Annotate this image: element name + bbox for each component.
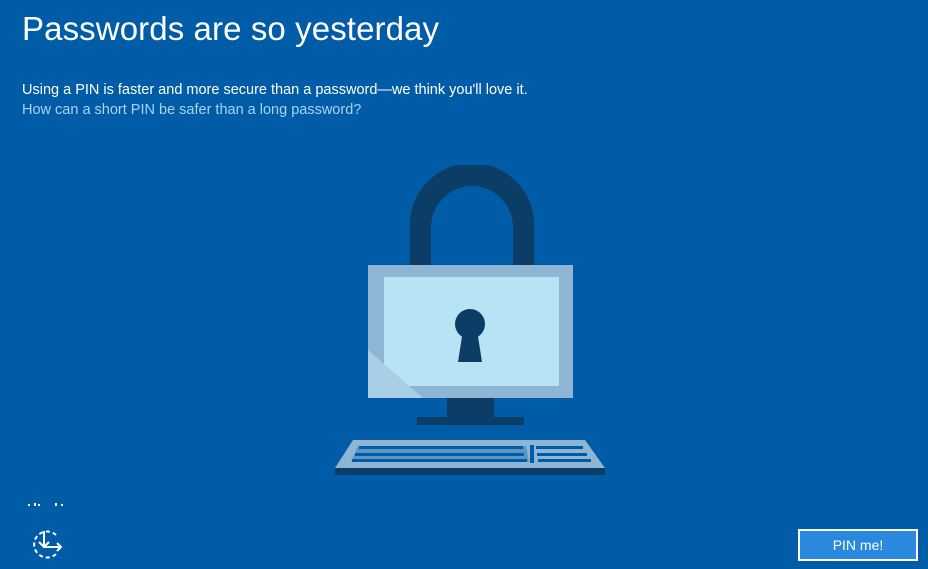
page-title: Passwords are so yesterday xyxy=(22,10,440,47)
speech-indicator xyxy=(28,503,63,506)
keyboard xyxy=(335,440,605,475)
accessibility-icon[interactable] xyxy=(26,527,66,563)
lock-shackle xyxy=(410,165,534,265)
pin-me-button[interactable]: PIN me! xyxy=(798,529,918,561)
monitor-base xyxy=(417,417,524,425)
setup-page: Passwords are so yesterday Using a PIN i… xyxy=(0,0,928,569)
monitor-neck xyxy=(447,398,494,418)
pin-safety-help-link[interactable]: How can a short PIN be safer than a long… xyxy=(22,102,361,118)
lock-computer-illustration xyxy=(335,165,605,475)
page-subtitle: Using a PIN is faster and more secure th… xyxy=(22,82,528,98)
